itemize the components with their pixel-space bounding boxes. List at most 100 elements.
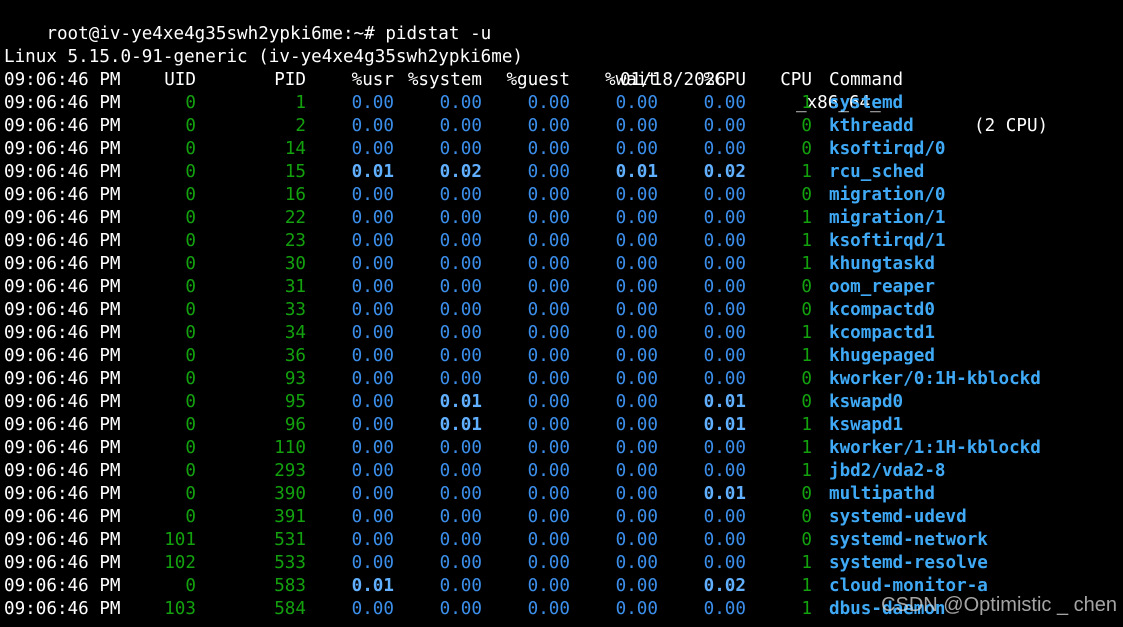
- row-guest: 0.00: [527, 484, 570, 504]
- row-wait: 0.00: [615, 323, 658, 343]
- row-pid: 583: [274, 576, 306, 596]
- row-system: 0.00: [439, 507, 482, 527]
- row-system: 0.00: [439, 277, 482, 297]
- process-row: 09:06:46 PM 0 30 0.00 0.00 0.00 0.00 0.00 1 khung…: [4, 253, 1119, 276]
- row-wait: 0.00: [615, 484, 658, 504]
- row-time: 09:06:46 PM: [4, 208, 121, 228]
- row-pid: 16: [284, 185, 306, 205]
- row-system: 0.00: [439, 185, 482, 205]
- process-row: 09:06:46 PM 0 31 0.00 0.00 0.00 0.00 0.00 0 oom_r…: [4, 276, 1119, 299]
- row-cpu-pct: 0.00: [703, 208, 746, 228]
- row-cpu-pct: 0.02: [703, 162, 746, 182]
- row-system: 0.00: [439, 93, 482, 113]
- row-uid: 0: [185, 277, 196, 297]
- process-row: 09:06:46 PM 0 23 0.00 0.00 0.00 0.00 0.00 1 ksoft…: [4, 230, 1119, 253]
- row-wait: 0.00: [615, 231, 658, 251]
- row-system: 0.00: [439, 323, 482, 343]
- row-pid: 30: [284, 254, 306, 274]
- header-usr: %usr: [351, 70, 394, 90]
- row-uid: 0: [185, 484, 196, 504]
- row-guest: 0.00: [527, 323, 570, 343]
- row-pid: 391: [274, 507, 306, 527]
- row-uid: 0: [185, 93, 196, 113]
- row-usr: 0.00: [351, 461, 394, 481]
- row-system: 0.00: [439, 346, 482, 366]
- row-command: kswapd0: [829, 392, 904, 412]
- watermark: CSDN @Optimistic _ chen: [881, 594, 1117, 616]
- row-time: 09:06:46 PM: [4, 185, 121, 205]
- row-cpu-pct: 0.00: [703, 369, 746, 389]
- row-command: kworker/1:1H-kblockd: [829, 438, 1041, 458]
- row-uid: 102: [164, 553, 196, 573]
- row-guest: 0.00: [527, 116, 570, 136]
- row-command: systemd: [829, 93, 904, 113]
- row-wait: 0.00: [615, 185, 658, 205]
- row-cpu: 0: [801, 530, 812, 550]
- row-cpu-pct: 0.00: [703, 139, 746, 159]
- row-system: 0.02: [439, 162, 482, 182]
- row-cpu: 0: [801, 507, 812, 527]
- row-pid: 95: [284, 392, 306, 412]
- row-command: rcu_sched: [829, 162, 925, 182]
- row-command: khungtaskd: [829, 254, 935, 274]
- row-cpu: 0: [801, 484, 812, 504]
- row-guest: 0.00: [527, 277, 570, 297]
- row-uid: 0: [185, 116, 196, 136]
- row-pid: 22: [284, 208, 306, 228]
- column-header-row: 09:06:46 PM UID PID %usr %system %guest …: [4, 69, 1119, 92]
- row-pid: 390: [274, 484, 306, 504]
- row-cpu-pct: 0.00: [703, 599, 746, 619]
- row-uid: 0: [185, 346, 196, 366]
- row-usr: 0.00: [351, 599, 394, 619]
- row-wait: 0.00: [615, 461, 658, 481]
- row-guest: 0.00: [527, 231, 570, 251]
- row-guest: 0.00: [527, 507, 570, 527]
- row-system: 0.00: [439, 438, 482, 458]
- row-wait: 0.00: [615, 346, 658, 366]
- header-time: 09:06:46 PM: [4, 70, 121, 90]
- row-time: 09:06:46 PM: [4, 438, 121, 458]
- row-wait: 0.00: [615, 254, 658, 274]
- row-cpu-pct: 0.00: [703, 438, 746, 458]
- row-uid: 0: [185, 438, 196, 458]
- row-uid: 0: [185, 392, 196, 412]
- row-cpu: 0: [801, 277, 812, 297]
- process-row: 09:06:46 PM 0 34 0.00 0.00 0.00 0.00 0.00 1 kcomp…: [4, 322, 1119, 345]
- row-guest: 0.00: [527, 93, 570, 113]
- row-usr: 0.00: [351, 300, 394, 320]
- row-usr: 0.00: [351, 438, 394, 458]
- row-time: 09:06:46 PM: [4, 415, 121, 435]
- row-usr: 0.00: [351, 231, 394, 251]
- row-system: 0.00: [439, 300, 482, 320]
- row-uid: 0: [185, 507, 196, 527]
- row-system: 0.00: [439, 576, 482, 596]
- row-wait: 0.00: [615, 415, 658, 435]
- row-system: 0.00: [439, 116, 482, 136]
- terminal-window[interactable]: root@iv-ye4xe4g35swh2ypki6me:~# pidstat …: [4, 0, 1119, 627]
- row-time: 09:06:46 PM: [4, 392, 121, 412]
- row-uid: 0: [185, 208, 196, 228]
- row-usr: 0.00: [351, 346, 394, 366]
- row-uid: 0: [185, 415, 196, 435]
- row-cpu-pct: 0.02: [703, 576, 746, 596]
- row-time: 09:06:46 PM: [4, 461, 121, 481]
- row-cpu-pct: 0.00: [703, 530, 746, 550]
- row-time: 09:06:46 PM: [4, 484, 121, 504]
- process-row: 09:06:46 PM 0 93 0.00 0.00 0.00 0.00 0.00 0 kwork…: [4, 368, 1119, 391]
- row-time: 09:06:46 PM: [4, 323, 121, 343]
- row-usr: 0.00: [351, 484, 394, 504]
- row-guest: 0.00: [527, 461, 570, 481]
- row-usr: 0.00: [351, 369, 394, 389]
- row-usr: 0.00: [351, 277, 394, 297]
- header-uid: UID: [164, 70, 196, 90]
- row-time: 09:06:46 PM: [4, 553, 121, 573]
- row-system: 0.00: [439, 553, 482, 573]
- row-wait: 0.00: [615, 277, 658, 297]
- row-time: 09:06:46 PM: [4, 599, 121, 619]
- process-row: 09:06:46 PM 0 391 0.00 0.00 0.00 0.00 0.00 0 syst…: [4, 506, 1119, 529]
- row-wait: 0.00: [615, 530, 658, 550]
- row-cpu: 1: [801, 323, 812, 343]
- row-command: kcompactd0: [829, 300, 935, 320]
- row-time: 09:06:46 PM: [4, 139, 121, 159]
- row-command: oom_reaper: [829, 277, 935, 297]
